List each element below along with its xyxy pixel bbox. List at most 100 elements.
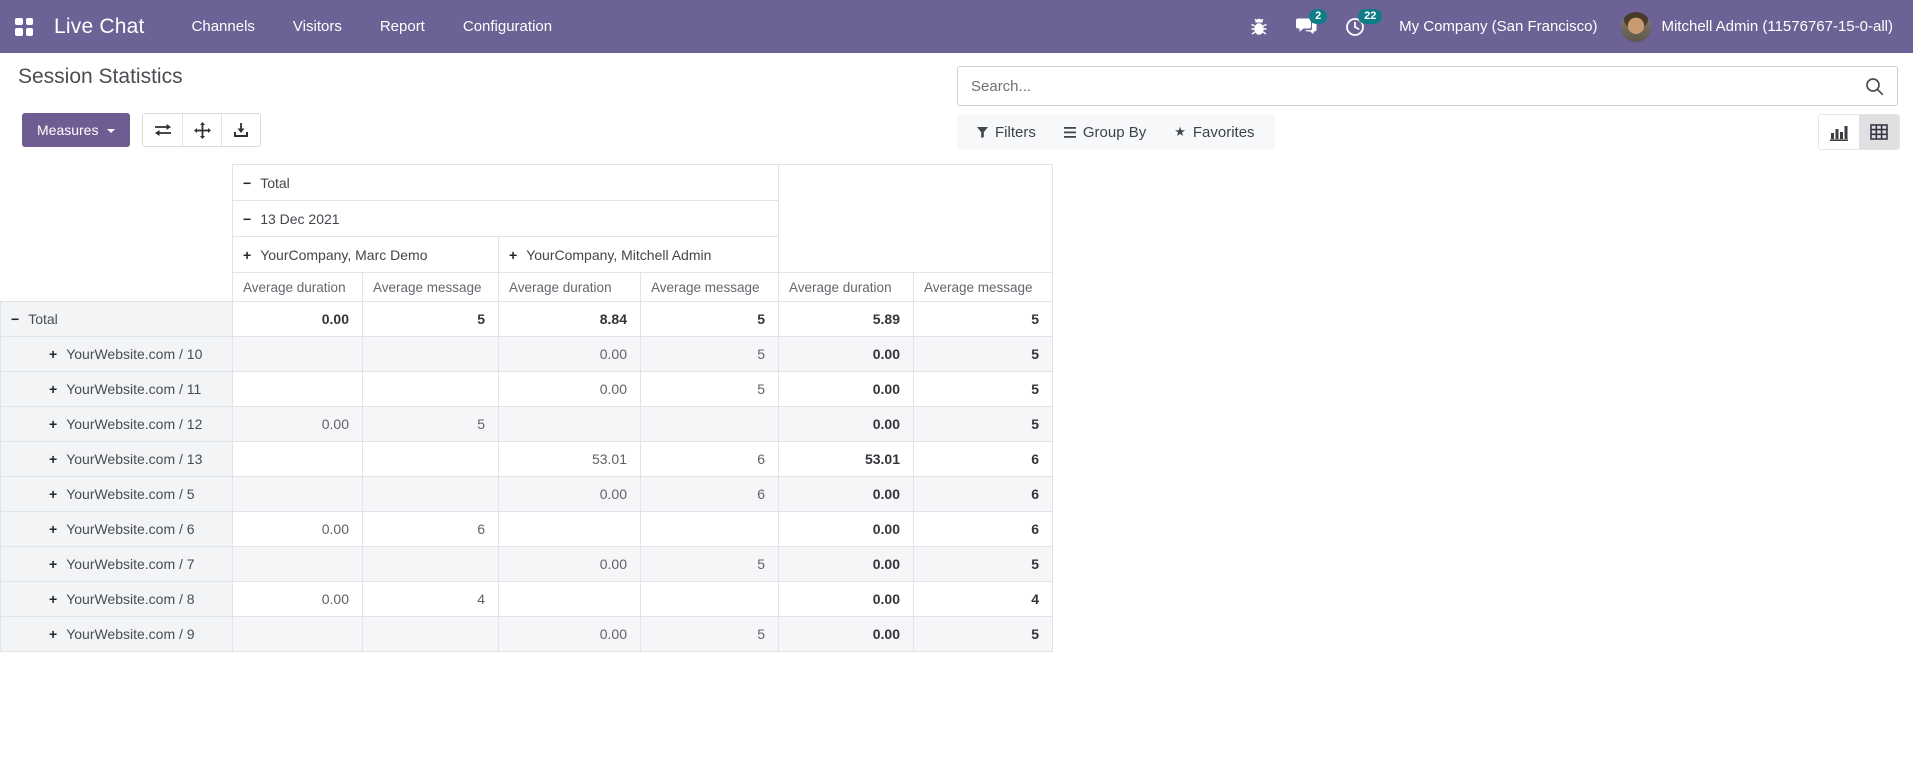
pivot-cell: 6 — [913, 441, 1053, 477]
apps-grid-icon — [15, 17, 33, 36]
pivot-view-button[interactable] — [1859, 115, 1899, 149]
row-header[interactable]: + YourWebsite.com / 9 — [0, 616, 233, 652]
menu-configuration[interactable]: Configuration — [444, 0, 571, 53]
pivot-cell: 0.00 — [498, 476, 641, 512]
menu-visitors[interactable]: Visitors — [274, 0, 361, 53]
col-header-grand-total-spacer — [778, 164, 1053, 273]
pivot-cell — [232, 371, 363, 407]
collapse-icon: − — [11, 311, 20, 327]
col-header-operator-mitchell[interactable]: + YourCompany, Mitchell Admin — [498, 236, 779, 273]
expand-all-button[interactable] — [182, 114, 221, 146]
row-header[interactable]: + YourWebsite.com / 11 — [0, 371, 233, 407]
bar-chart-icon — [1830, 124, 1848, 141]
avatar — [1621, 11, 1652, 42]
pivot-cell: 5 — [913, 616, 1053, 652]
app-name[interactable]: Live Chat — [54, 15, 145, 39]
activities-button[interactable]: 22 — [1331, 0, 1383, 53]
user-menu[interactable]: Mitchell Admin (11576767-15-0-all) — [1621, 11, 1899, 42]
search-input[interactable] — [958, 77, 1852, 95]
col-header-total-label: Total — [260, 174, 290, 191]
apps-menu-button[interactable] — [0, 0, 48, 53]
pivot-cell: 0.00 — [778, 406, 914, 442]
flip-axis-button[interactable] — [143, 114, 182, 146]
collapse-icon: − — [243, 210, 252, 227]
flip-axis-icon — [154, 123, 172, 137]
col-header-operator-marc[interactable]: + YourCompany, Marc Demo — [232, 236, 499, 273]
row-label: Total — [28, 311, 58, 327]
col-header-total[interactable]: − Total — [232, 164, 779, 201]
graph-view-button[interactable] — [1819, 115, 1859, 149]
col-header-operator-marc-label: YourCompany, Marc Demo — [260, 246, 428, 263]
row-header[interactable]: + YourWebsite.com / 10 — [0, 336, 233, 372]
measure-header[interactable]: Average duration — [498, 272, 641, 302]
pivot-cell — [232, 616, 363, 652]
systray: 2 22 My Company (San Francisco) Mitchell… — [1236, 0, 1913, 53]
row-label: YourWebsite.com / 13 — [66, 451, 203, 467]
pivot-cell: 0.00 — [498, 616, 641, 652]
measure-header[interactable]: Average message — [640, 272, 779, 302]
pivot-cell: 5.89 — [778, 301, 914, 337]
table-row: + YourWebsite.com / 6 0.00 6 0.00 6 — [0, 511, 1053, 547]
search-box — [957, 66, 1898, 106]
row-header-total[interactable]: − Total — [0, 301, 233, 337]
menu-channels[interactable]: Channels — [173, 0, 274, 53]
favorites-menu[interactable]: ★ Favorites — [1160, 124, 1268, 141]
expand-icon: + — [49, 416, 58, 432]
row-header[interactable]: + YourWebsite.com / 13 — [0, 441, 233, 477]
debug-button[interactable] — [1236, 0, 1282, 53]
group-by-menu[interactable]: Group By — [1050, 124, 1160, 141]
row-header[interactable]: + YourWebsite.com / 5 — [0, 476, 233, 512]
pivot-cell: 4 — [362, 581, 499, 617]
row-label: YourWebsite.com / 12 — [66, 416, 203, 432]
row-header[interactable]: + YourWebsite.com / 6 — [0, 511, 233, 547]
pivot-cell — [362, 546, 499, 582]
row-header[interactable]: + YourWebsite.com / 8 — [0, 581, 233, 617]
pivot-table-area: − Total −13 Dec 2021 + YourCompany, Marc D… — [0, 164, 1053, 652]
row-header[interactable]: + YourWebsite.com / 7 — [0, 546, 233, 582]
chevron-down-icon — [107, 128, 116, 137]
measure-header[interactable]: Average message — [362, 272, 499, 302]
pivot-cell: 0.00 — [498, 371, 641, 407]
menu-report[interactable]: Report — [361, 0, 444, 53]
pivot-cell: 5 — [640, 301, 779, 337]
col-header-operator-mitchell-label: YourCompany, Mitchell Admin — [526, 246, 712, 263]
pivot-cell — [498, 511, 641, 547]
row-header[interactable]: + YourWebsite.com / 12 — [0, 406, 233, 442]
row-label: YourWebsite.com / 5 — [66, 486, 195, 502]
pivot-cell — [232, 336, 363, 372]
pivot-cell: 0.00 — [778, 511, 914, 547]
pivot-toolbar — [142, 113, 261, 147]
pivot-cell: 5 — [362, 301, 499, 337]
measure-header[interactable]: Average duration — [778, 272, 914, 302]
download-button[interactable] — [221, 114, 260, 146]
pivot-cell: 6 — [640, 441, 779, 477]
pivot-cell: 0.00 — [498, 336, 641, 372]
table-row: + YourWebsite.com / 11 0.00 5 0.00 5 — [0, 371, 1053, 407]
pivot-measure-corner — [0, 272, 233, 302]
group-by-icon — [1063, 126, 1076, 138]
pivot-cell: 5 — [913, 301, 1053, 337]
pivot-cell — [362, 336, 499, 372]
measure-header[interactable]: Average message — [913, 272, 1053, 302]
filters-menu[interactable]: Filters — [963, 124, 1050, 141]
pivot-cell: 5 — [913, 371, 1053, 407]
pivot-cell — [232, 546, 363, 582]
search-icon[interactable] — [1852, 77, 1897, 96]
pivot-cell: 0.00 — [232, 511, 363, 547]
row-label: YourWebsite.com / 9 — [66, 626, 195, 642]
pivot-corner-cell — [0, 164, 233, 273]
messages-button[interactable]: 2 — [1282, 0, 1331, 53]
measure-header[interactable]: Average duration — [232, 272, 363, 302]
company-switcher[interactable]: My Company (San Francisco) — [1399, 18, 1597, 35]
pivot-cell: 5 — [640, 371, 779, 407]
pivot-cell — [362, 616, 499, 652]
measures-button[interactable]: Measures — [22, 113, 131, 147]
pivot-cell — [362, 476, 499, 512]
expand-icon: + — [49, 346, 58, 362]
pivot-cell: 5 — [913, 406, 1053, 442]
pivot-cell: 0.00 — [778, 581, 914, 617]
row-label: YourWebsite.com / 6 — [66, 521, 195, 537]
pivot-grid-icon — [1870, 124, 1888, 140]
page-title: Session Statistics — [18, 65, 183, 88]
col-header-date[interactable]: −13 Dec 2021 — [232, 200, 779, 237]
